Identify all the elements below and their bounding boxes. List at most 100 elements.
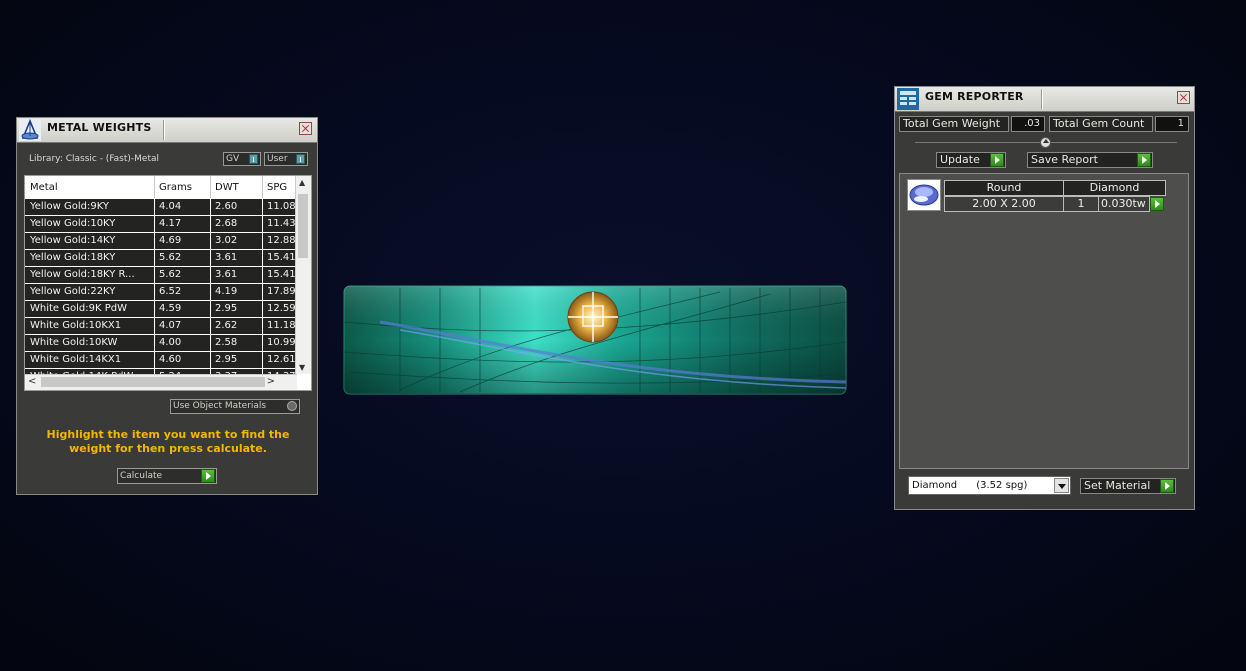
cell-metal: Yellow Gold:18KY: [30, 252, 116, 263]
cell-dwt: 2.95: [215, 303, 238, 314]
metal-table-horizontal-scrollbar[interactable]: < >: [25, 374, 297, 390]
cell-spg: 11.18: [267, 320, 296, 331]
table-row[interactable]: Yellow Gold:18KY R... 5.62 3.61 15.41: [25, 267, 297, 284]
cell-dwt: 2.95: [215, 354, 238, 365]
gem-material-cell: Diamond: [1063, 180, 1166, 196]
gem-row-expand-arrow-icon[interactable]: [1150, 197, 1164, 211]
cell-dwt: 2.68: [215, 218, 238, 229]
user-toggle-label: User: [267, 154, 288, 164]
set-material-button[interactable]: Set Material: [1080, 478, 1176, 494]
play-arrow-icon[interactable]: [1137, 153, 1151, 167]
cell-metal: White Gold:9K PdW: [30, 303, 127, 314]
cell-spg: 12.59: [267, 303, 296, 314]
col-header-grams[interactable]: Grams: [159, 182, 192, 193]
gem-reporter-close-icon[interactable]: [1177, 91, 1190, 104]
cell-metal: White Gold:10KX1: [30, 320, 122, 331]
cell-grams: 5.62: [159, 252, 182, 263]
gv-toggle[interactable]: GV: [223, 152, 261, 166]
scroll-right-icon[interactable]: >: [267, 376, 275, 387]
save-report-button[interactable]: Save Report: [1027, 152, 1153, 168]
library-label: Library: Classic - (Fast)-Metal: [29, 154, 160, 164]
play-arrow-icon[interactable]: [201, 469, 215, 483]
gem-thumbnail-icon: [907, 179, 941, 211]
play-arrow-icon[interactable]: [990, 153, 1004, 167]
play-arrow-icon[interactable]: [1160, 479, 1174, 493]
col-header-metal[interactable]: Metal: [30, 182, 58, 193]
table-row[interactable]: White Gold:14KX1 4.60 2.95 12.61: [25, 352, 297, 369]
cell-grams: 4.59: [159, 303, 182, 314]
cell-spg: 10.99: [267, 337, 296, 348]
cell-spg: 15.41: [267, 252, 296, 263]
instruction-text: Highlight the item you want to find the …: [46, 428, 290, 455]
title-separator: [1041, 89, 1042, 109]
col-header-spg[interactable]: SPG: [267, 182, 287, 193]
user-toggle[interactable]: User: [264, 152, 308, 166]
scroll-left-icon[interactable]: <: [28, 376, 36, 387]
cell-metal: White Gold:14KX1: [30, 354, 122, 365]
total-gem-weight-label: Total Gem Weight: [899, 116, 1009, 132]
cell-grams: 4.17: [159, 218, 182, 229]
metal-weights-titlebar[interactable]: METAL WEIGHTS: [17, 118, 317, 143]
cell-grams: 4.00: [159, 337, 182, 348]
metal-weights-panel: METAL WEIGHTS Library: Classic - (Fast)-…: [16, 117, 318, 495]
cell-grams: 4.04: [159, 201, 182, 212]
set-material-label: Set Material: [1084, 479, 1151, 492]
cell-grams: 4.07: [159, 320, 182, 331]
cell-metal: Yellow Gold:9KY: [30, 201, 109, 212]
metal-weights-close-icon[interactable]: [299, 122, 312, 135]
collapse-toggle-icon[interactable]: [1040, 137, 1051, 148]
gem-shape-cell: Round: [944, 180, 1064, 196]
table-row[interactable]: White Gold:10KX1 4.07 2.62 11.18: [25, 318, 297, 335]
cell-metal: Yellow Gold:14KY: [30, 235, 116, 246]
user-toggle-switch-icon: [296, 154, 305, 164]
metal-table-body: Yellow Gold:9KY 4.04 2.60 11.08 Yellow Gold…: [25, 199, 297, 386]
gem-reporter-title: GEM REPORTER: [925, 90, 1024, 103]
cell-dwt: 3.61: [215, 252, 238, 263]
metal-weights-icon: [19, 119, 41, 141]
use-object-materials-label: Use Object Materials: [173, 401, 267, 411]
table-row[interactable]: Yellow Gold:10KY 4.17 2.68 11.43: [25, 216, 297, 233]
cell-grams: 4.60: [159, 354, 182, 365]
calculate-button[interactable]: Calculate: [117, 468, 217, 484]
scroll-up-icon[interactable]: ▲: [299, 178, 305, 187]
vertical-scroll-thumb[interactable]: [298, 194, 308, 258]
ring-3d-model[interactable]: [340, 282, 850, 398]
cell-dwt: 2.58: [215, 337, 238, 348]
col-divider: [210, 176, 211, 198]
metal-table-vertical-scrollbar[interactable]: ▲ ▼: [295, 176, 311, 374]
col-divider: [154, 176, 155, 198]
cell-dwt: 2.62: [215, 320, 238, 331]
col-header-dwt[interactable]: DWT: [215, 182, 239, 193]
cell-spg: 11.43: [267, 218, 296, 229]
use-object-materials-option[interactable]: Use Object Materials: [170, 399, 300, 414]
col-divider: [262, 176, 263, 198]
scroll-down-icon[interactable]: ▼: [299, 363, 305, 372]
cell-metal: White Gold:10KW: [30, 337, 118, 348]
title-separator: [163, 120, 164, 140]
table-row[interactable]: White Gold:9K PdW 4.59 2.95 12.59: [25, 301, 297, 318]
gem-report-list: Round Diamond 2.00 X 2.00 1 0.030tw: [899, 173, 1189, 469]
gem-count-cell: 1: [1063, 196, 1099, 212]
cell-spg: 12.61: [267, 354, 296, 365]
update-label: Update: [940, 153, 980, 166]
material-dropdown[interactable]: Diamond (3.52 spg): [908, 476, 1071, 495]
table-row[interactable]: Yellow Gold:18KY 5.62 3.61 15.41: [25, 250, 297, 267]
cell-grams: 4.69: [159, 235, 182, 246]
table-row[interactable]: Yellow Gold:14KY 4.69 3.02 12.88: [25, 233, 297, 250]
horizontal-scroll-thumb[interactable]: [41, 377, 265, 387]
metal-table: Metal Grams DWT SPG Yellow Gold:9KY 4.04 2…: [24, 175, 312, 391]
table-row[interactable]: Yellow Gold:9KY 4.04 2.60 11.08: [25, 199, 297, 216]
total-gem-count-label: Total Gem Count: [1049, 116, 1153, 132]
cell-dwt: 3.61: [215, 269, 238, 280]
radio-button-icon[interactable]: [287, 401, 297, 411]
update-button[interactable]: Update: [936, 152, 1006, 168]
cell-spg: 11.08: [267, 201, 296, 212]
gem-weight-cell: 0.030tw: [1098, 196, 1150, 212]
table-row[interactable]: Yellow Gold:22KY 6.52 4.19 17.89: [25, 284, 297, 301]
chevron-down-icon[interactable]: [1054, 478, 1069, 493]
gem-reporter-titlebar[interactable]: GEM REPORTER: [895, 87, 1194, 112]
cell-dwt: 4.19: [215, 286, 238, 297]
material-dropdown-value: Diamond (3.52 spg): [912, 480, 1028, 491]
gem-size-cell: 2.00 X 2.00: [944, 196, 1064, 212]
table-row[interactable]: White Gold:10KW 4.00 2.58 10.99: [25, 335, 297, 352]
